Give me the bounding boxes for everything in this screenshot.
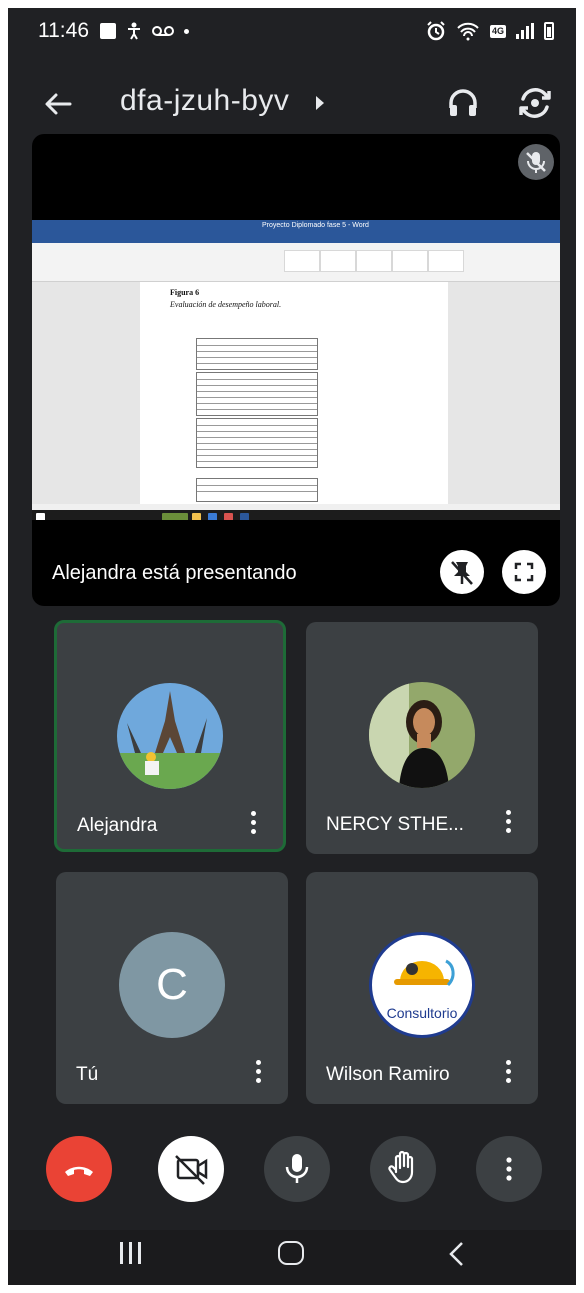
participant-name: NERCY STHE... <box>326 814 464 835</box>
end-call-button[interactable] <box>46 1136 112 1202</box>
gallery-icon <box>100 23 116 39</box>
taskbar-item <box>240 513 249 520</box>
word-title-bar: Proyecto Diplomado fase 5 - Word <box>32 220 560 234</box>
word-style-swatch <box>284 250 320 272</box>
unpin-button[interactable] <box>440 550 484 594</box>
shared-screen-word-document: Proyecto Diplomado fase 5 - Word Figura … <box>32 220 560 520</box>
more-vert-icon <box>506 1157 512 1181</box>
doc-table <box>196 338 318 370</box>
more-options-button[interactable] <box>476 1136 542 1202</box>
home-icon[interactable] <box>278 1241 304 1265</box>
taskbar-item <box>208 513 217 520</box>
accessibility-icon <box>128 22 140 40</box>
more-vert-icon[interactable] <box>504 1060 512 1086</box>
more-vert-icon[interactable] <box>254 1060 262 1086</box>
battery-icon <box>544 22 554 40</box>
doc-table <box>196 418 318 468</box>
mic-icon <box>285 1154 309 1183</box>
taskbar-item <box>224 513 233 520</box>
avatar-photo-woman-icon <box>369 682 475 788</box>
mic-off-icon <box>526 152 546 173</box>
meeting-top-bar: dfa-jzuh-byv <box>8 68 576 138</box>
doc-table <box>196 478 318 502</box>
alarm-icon <box>427 21 445 41</box>
word-style-swatch <box>356 250 392 272</box>
avatar <box>117 683 223 789</box>
word-style-swatch <box>320 250 356 272</box>
word-ribbon-tabs <box>32 234 560 243</box>
fullscreen-button[interactable] <box>502 550 546 594</box>
avatar: Consultorio <box>369 932 475 1038</box>
chevron-right-icon[interactable] <box>316 96 324 110</box>
camera-toggle-button[interactable] <box>158 1136 224 1202</box>
taskbar-item <box>192 513 201 520</box>
wifi-icon <box>457 22 479 41</box>
microphone-button[interactable] <box>264 1136 330 1202</box>
raise-hand-icon <box>388 1150 414 1184</box>
fullscreen-icon <box>514 562 534 582</box>
doc-table <box>196 372 318 416</box>
presenter-label: Alejandra está presentando <box>52 562 297 584</box>
camera-off-icon <box>175 1155 208 1185</box>
status-bar: 11:46 4G <box>8 8 576 58</box>
windows-start-icon <box>36 513 45 520</box>
doc-heading: Figura 6 <box>170 288 200 297</box>
system-icons: 4G <box>426 21 554 41</box>
more-notifications-dot <box>184 28 189 34</box>
call-controls <box>8 1136 576 1206</box>
more-vert-icon[interactable] <box>249 811 257 837</box>
headphones-icon[interactable] <box>446 86 480 120</box>
network-type-badge: 4G <box>489 24 506 38</box>
avatar <box>369 682 475 788</box>
presentation-stage[interactable]: Proyecto Diplomado fase 5 - Word Figura … <box>32 134 560 606</box>
more-vert-icon[interactable] <box>504 810 512 836</box>
presenter-mic-off-badge <box>518 144 554 180</box>
participant-tile-wilson[interactable]: Consultorio Wilson Ramiro <box>306 872 538 1104</box>
meet-call-screen: 11:46 4G dfa-jzuh-byv Proyecto Diplomado… <box>8 8 576 1285</box>
participant-name: Wilson Ramiro <box>326 1064 450 1085</box>
android-nav-bar <box>8 1230 576 1285</box>
meeting-code[interactable]: dfa-jzuh-byv <box>120 84 289 118</box>
status-time: 11:46 <box>38 19 89 42</box>
windows-taskbar <box>32 510 560 520</box>
avatar: C <box>119 932 225 1038</box>
avatar-letter: C <box>156 960 188 1009</box>
avatar-photo-eiffel-icon <box>117 683 223 789</box>
participant-tile-nercy[interactable]: NERCY STHE... <box>306 622 538 854</box>
recents-icon[interactable] <box>120 1242 141 1264</box>
participant-name: Alejandra <box>77 815 158 836</box>
word-window-title: Proyecto Diplomado fase 5 - Word <box>262 222 369 229</box>
participant-name: Tú <box>76 1064 99 1085</box>
doc-subheading: Evaluación de desempeño laboral. <box>170 300 282 309</box>
notification-icons <box>100 22 189 40</box>
word-page: Figura 6 Evaluación de desempeño laboral… <box>140 282 448 504</box>
voicemail-icon <box>152 26 174 36</box>
participant-tile-you[interactable]: C Tú <box>56 872 288 1104</box>
word-style-swatch <box>428 250 464 272</box>
word-style-swatch <box>392 250 428 272</box>
logo-text: Consultorio <box>386 1005 458 1021</box>
taskbar-item <box>162 513 188 520</box>
back-arrow-icon[interactable] <box>42 88 74 120</box>
switch-camera-icon[interactable] <box>516 84 554 122</box>
raise-hand-button[interactable] <box>370 1136 436 1202</box>
hard-hat-logo-icon <box>394 959 455 987</box>
phone-hangup-icon <box>65 1166 93 1176</box>
signal-icon <box>516 23 534 39</box>
participant-tile-alejandra[interactable]: Alejandra <box>54 620 286 852</box>
unpin-icon <box>451 561 473 585</box>
nav-back-icon[interactable] <box>446 1241 466 1267</box>
